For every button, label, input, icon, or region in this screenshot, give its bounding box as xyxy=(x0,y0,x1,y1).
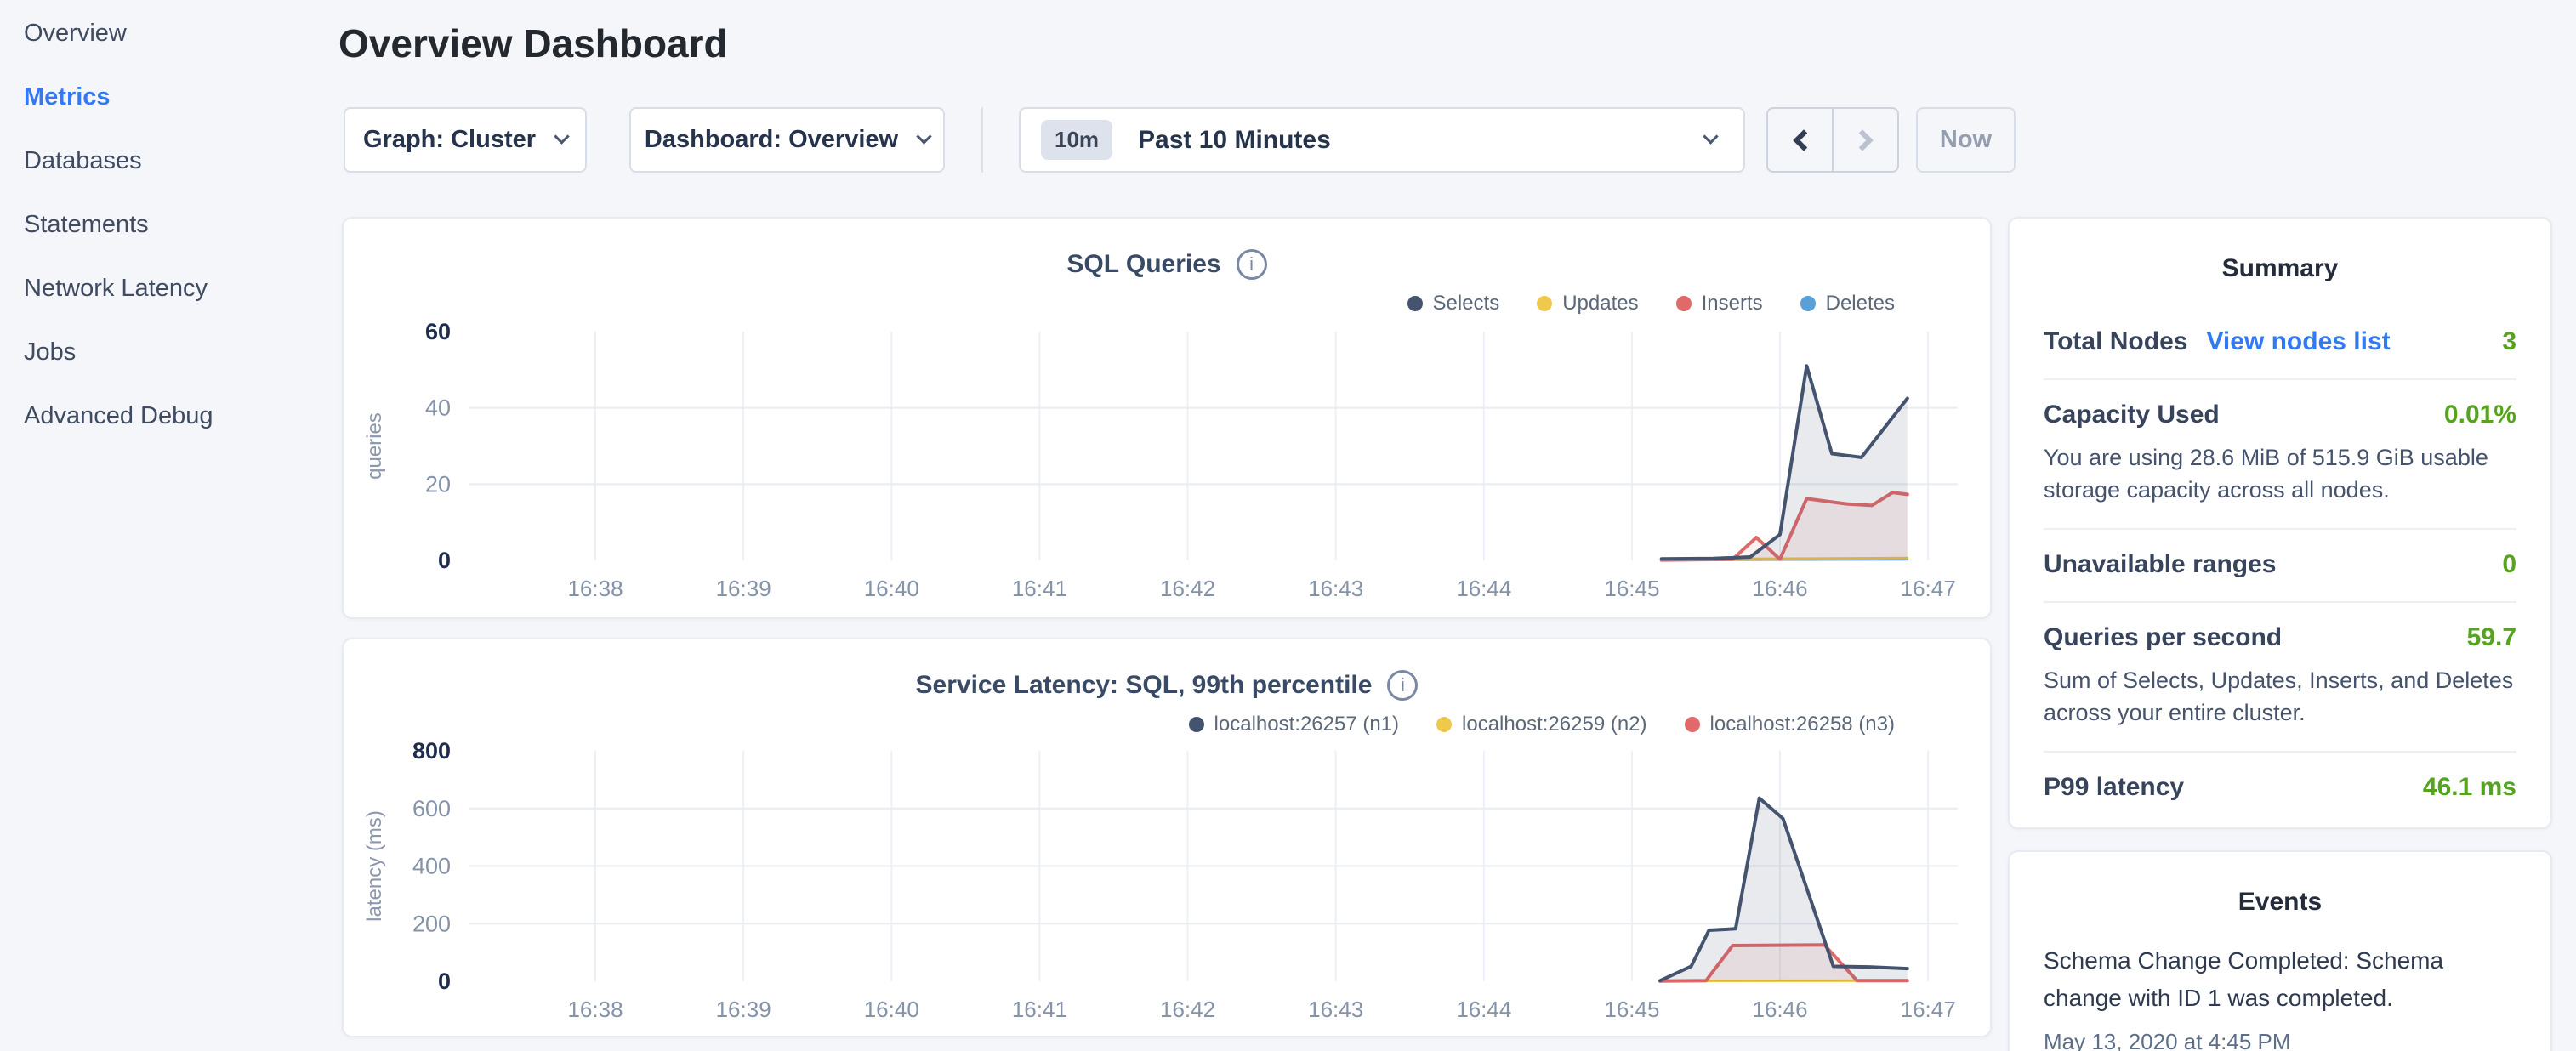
sidebar-item-jobs[interactable]: Jobs xyxy=(0,321,340,384)
time-range-badge: 10m xyxy=(1041,120,1112,160)
events-title: Events xyxy=(2010,852,2550,917)
svg-text:16:39: 16:39 xyxy=(716,997,771,1022)
svg-text:200: 200 xyxy=(412,911,451,936)
time-range-label: Past 10 Minutes xyxy=(1138,126,1331,155)
svg-text:16:44: 16:44 xyxy=(1456,576,1511,601)
sidebar-item-metrics[interactable]: Metrics xyxy=(0,65,340,129)
chart-plot: 0 20 40 60 16:38 16:39 16:40 16:41 16:42 16:43 16:… xyxy=(344,219,1993,621)
graph-dropdown[interactable]: Graph: Cluster xyxy=(344,107,587,173)
svg-text:16:46: 16:46 xyxy=(1753,576,1808,601)
summary-panel: Summary Total Nodes View nodes list 3 Capac… xyxy=(2008,217,2552,829)
summary-row-label: Capacity Used xyxy=(2044,401,2220,429)
chevron-down-icon xyxy=(916,128,931,144)
time-prev-button[interactable] xyxy=(1768,109,1834,171)
svg-text:60: 60 xyxy=(425,319,451,344)
svg-text:16:47: 16:47 xyxy=(1901,576,1956,601)
sidebar-item-databases[interactable]: Databases xyxy=(0,129,340,193)
summary-row-value: 3 xyxy=(2502,327,2516,356)
summary-row: Queries per second 59.7 Sum of Selects, Up… xyxy=(2044,603,2516,753)
events-list: Schema Change Completed: Schema change w… xyxy=(2010,917,2550,1051)
time-pager xyxy=(1766,107,1899,173)
svg-text:16:38: 16:38 xyxy=(567,576,623,601)
now-button[interactable]: Now xyxy=(1916,107,2016,173)
summary-row: Capacity Used 0.01% You are using 28.6 MiB… xyxy=(2044,380,2516,530)
chevron-left-icon xyxy=(1793,129,1814,151)
summary-row-description: Sum of Selects, Updates, Inserts, and De… xyxy=(2044,664,2516,729)
page-title: Overview Dashboard xyxy=(338,20,728,66)
sql-queries-chart-card: SQL QueriesiSelectsUpdatesInsertsDeletes… xyxy=(342,217,1992,619)
svg-text:16:42: 16:42 xyxy=(1160,576,1215,601)
svg-text:20: 20 xyxy=(425,471,451,497)
summary-row: P99 latency 46.1 ms xyxy=(2044,753,2516,824)
time-range-dropdown[interactable]: 10m Past 10 Minutes xyxy=(1019,107,1745,173)
svg-text:0: 0 xyxy=(438,548,451,573)
sidebar: OverviewMetricsDatabasesStatementsNetwor… xyxy=(0,0,340,1051)
svg-text:queries: queries xyxy=(363,412,386,480)
svg-text:latency (ms): latency (ms) xyxy=(363,810,386,922)
chevron-down-icon xyxy=(1703,128,1718,144)
events-panel: Events Schema Change Completed: Schema c… xyxy=(2008,850,2552,1051)
summary-row-label: Queries per second xyxy=(2044,623,2282,652)
sidebar-item-overview[interactable]: Overview xyxy=(0,2,340,65)
graph-dropdown-label: Graph: Cluster xyxy=(363,126,536,154)
svg-text:16:46: 16:46 xyxy=(1753,997,1808,1022)
summary-row-label: Total Nodes xyxy=(2044,327,2187,356)
summary-row: Unavailable ranges 0 xyxy=(2044,530,2516,603)
svg-text:16:43: 16:43 xyxy=(1308,576,1363,601)
svg-text:0: 0 xyxy=(438,969,451,994)
sidebar-item-network-latency[interactable]: Network Latency xyxy=(0,257,340,321)
dashboard-dropdown-label: Dashboard: Overview xyxy=(645,126,898,154)
summary-row-value: 0.01% xyxy=(2444,401,2516,429)
summary-row-label: P99 latency xyxy=(2044,773,2184,802)
controls-divider xyxy=(981,107,983,173)
svg-text:16:43: 16:43 xyxy=(1308,997,1363,1022)
svg-text:800: 800 xyxy=(412,738,451,764)
summary-title: Summary xyxy=(2010,219,2550,283)
svg-text:16:41: 16:41 xyxy=(1012,997,1067,1022)
svg-text:400: 400 xyxy=(412,854,451,879)
summary-rows: Total Nodes View nodes list 3 Capacity Used… xyxy=(2010,283,2550,824)
sidebar-item-statements[interactable]: Statements xyxy=(0,193,340,257)
svg-text:600: 600 xyxy=(412,796,451,821)
svg-text:16:41: 16:41 xyxy=(1012,576,1067,601)
summary-row-value: 59.7 xyxy=(2467,623,2516,652)
event-timestamp: May 13, 2020 at 4:45 PM xyxy=(2044,1029,2516,1051)
summary-row-label: Unavailable ranges xyxy=(2044,550,2276,579)
time-next-button[interactable] xyxy=(1834,109,1897,171)
sidebar-item-advanced-debug[interactable]: Advanced Debug xyxy=(0,384,340,448)
svg-text:16:40: 16:40 xyxy=(864,576,919,601)
chevron-down-icon xyxy=(554,128,569,144)
chevron-right-icon xyxy=(1851,129,1873,151)
svg-text:16:42: 16:42 xyxy=(1160,997,1215,1022)
view-nodes-list-link[interactable]: View nodes list xyxy=(2206,327,2390,356)
service-latency-chart-card: Service Latency: SQL, 99th percentileilo… xyxy=(342,638,1992,1037)
svg-text:16:39: 16:39 xyxy=(716,576,771,601)
svg-text:16:38: 16:38 xyxy=(567,997,623,1022)
svg-text:16:40: 16:40 xyxy=(864,997,919,1022)
svg-text:16:45: 16:45 xyxy=(1604,997,1659,1022)
dashboard-dropdown[interactable]: Dashboard: Overview xyxy=(629,107,945,173)
summary-row-description: You are using 28.6 MiB of 515.9 GiB usab… xyxy=(2044,441,2516,506)
svg-text:16:44: 16:44 xyxy=(1456,997,1511,1022)
event-item: Schema Change Completed: Schema change w… xyxy=(2044,942,2516,1051)
summary-row-value: 0 xyxy=(2502,550,2516,579)
event-text: Schema Change Completed: Schema change w… xyxy=(2044,942,2516,1017)
chart-plot: 0 200 400 600 800 16:38 16:39 16:40 16:41 16:42 16… xyxy=(344,639,1993,1039)
svg-text:40: 40 xyxy=(425,395,451,421)
summary-row-value: 46.1 ms xyxy=(2423,773,2516,802)
svg-text:16:47: 16:47 xyxy=(1901,997,1956,1022)
summary-row: Total Nodes View nodes list 3 xyxy=(2044,307,2516,380)
svg-text:16:45: 16:45 xyxy=(1604,576,1659,601)
